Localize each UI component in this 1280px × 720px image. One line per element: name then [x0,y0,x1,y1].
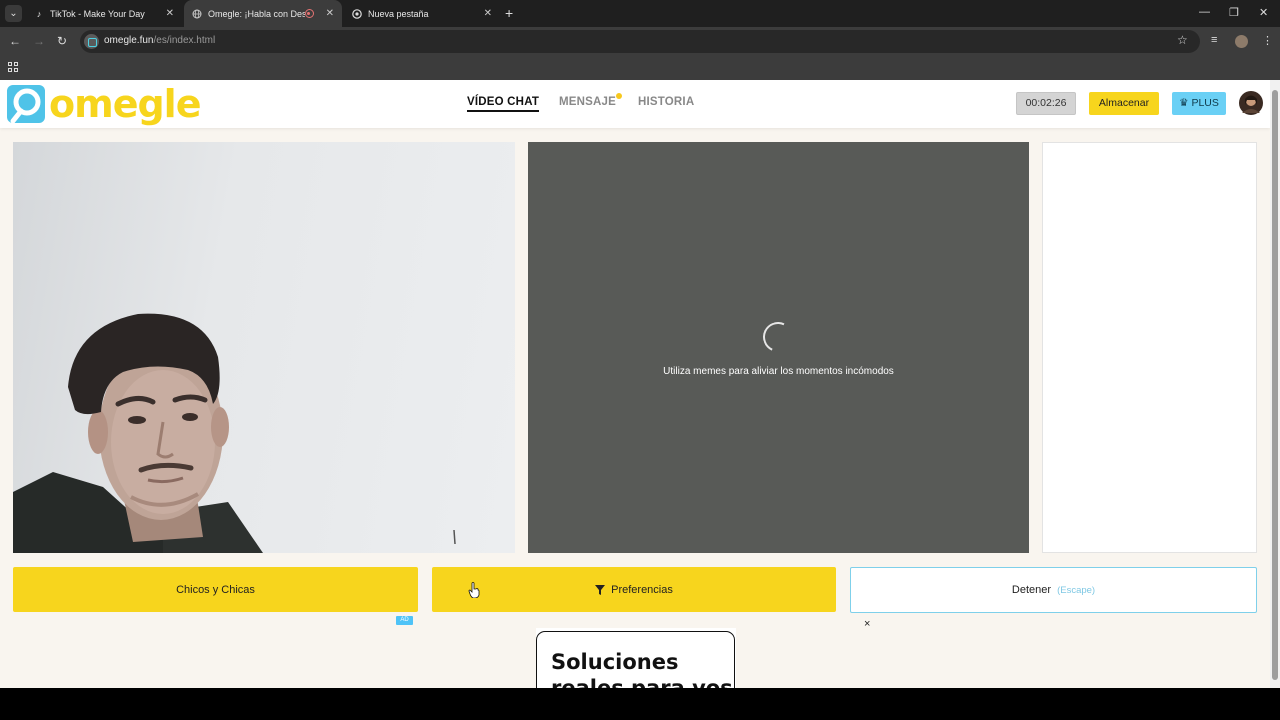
chat-panel [1042,142,1257,553]
menu-dots-icon[interactable]: ⋮ [1262,34,1273,47]
browser-tab-bar: ⌄ ♪ TikTok - Make Your Day ✕ Omegle: ¡Ha… [0,0,1280,27]
user-avatar[interactable] [1239,91,1263,115]
stop-label: Detener [1011,584,1052,596]
hand-cursor-icon [468,582,480,598]
nav-history[interactable]: HISTORIA [638,96,694,108]
tiktok-icon: ♪ [36,8,42,19]
new-tab-button[interactable]: + [505,5,513,21]
loading-spinner-icon [758,317,798,357]
stop-button[interactable]: Detener (Escape) [850,567,1257,613]
web-page: omegle VÍDEO CHAT MENSAJE HISTORIA 00:02… [0,80,1270,688]
chrome-icon [352,8,362,19]
crown-icon: ♛ [1179,97,1189,109]
nav-messages[interactable]: MENSAJE [559,93,622,108]
remote-status-message: Utiliza memes para aliviar los momentos … [663,366,894,377]
close-icon[interactable]: ✕ [326,8,334,19]
close-window-icon[interactable]: ✕ [1259,6,1268,19]
omegle-logo-icon [7,85,45,123]
remote-video: Utiliza memes para aliviar los momentos … [528,142,1029,553]
browser-toolbar: ← → ↻ omegle.fun/es/index.html ☆ [0,27,1280,56]
tab-title: Nueva pestaña [368,8,429,19]
tab-title: TikTok - Make Your Day [50,8,145,19]
ad-headline: Soluciones [551,650,679,674]
close-icon[interactable]: ✕ [166,8,174,19]
tab-search-button[interactable]: ⌄ [5,5,22,22]
preferences-label: Preferencias [611,583,673,596]
scrollbar-thumb[interactable] [1272,90,1278,680]
restore-icon[interactable]: ❐ [1229,6,1239,19]
bookmark-star-icon[interactable]: ☆ [1177,33,1188,47]
notification-dot [616,93,622,99]
ad-subline: reales para vos [551,676,733,688]
site-header: omegle VÍDEO CHAT MENSAJE HISTORIA 00:02… [0,80,1270,128]
minimize-icon[interactable]: — [1199,6,1210,18]
filter-icon [595,584,606,595]
site-info-icon[interactable] [84,34,99,49]
profile-avatar[interactable] [1235,35,1248,48]
nav-video-chat[interactable]: VÍDEO CHAT [467,96,540,112]
tab-title: Omegle: ¡Habla con Descon [208,8,305,19]
stop-shortcut-hint: (Escape) [1057,584,1096,596]
bookmarks-bar [0,56,1280,80]
media-controls-icon[interactable]: ≡ [1211,34,1217,46]
ad-card: Soluciones reales para vos [536,631,735,688]
advertisement[interactable]: Soluciones reales para vos [536,628,736,688]
apps-grid-icon[interactable] [8,62,18,72]
url-text: omegle.fun/es/index.html [104,35,216,46]
session-timer: 00:02:26 [1016,92,1076,115]
reload-icon[interactable]: ↻ [57,34,67,48]
os-taskbar [0,688,1280,720]
gender-filter-button[interactable]: Chicos y Chicas [13,567,418,612]
ad-close-icon[interactable]: × [864,618,870,630]
forward-icon[interactable]: → [33,34,45,48]
address-bar[interactable]: omegle.fun/es/index.html ☆ [80,30,1200,53]
preferences-button[interactable]: Preferencias [432,567,836,612]
logo-text: omegle [49,82,201,126]
globe-icon [192,9,202,19]
store-button[interactable]: Almacenar [1089,92,1159,115]
local-camera-feed [13,313,456,553]
back-icon[interactable]: ← [9,34,21,48]
browser-tab-new[interactable]: Nueva pestaña ✕ [344,0,500,27]
browser-tab-tiktok[interactable]: ♪ TikTok - Make Your Day ✕ [26,0,182,27]
gender-filter-label: Chicos y Chicas [176,583,255,596]
page-scrollbar[interactable] [1270,80,1280,688]
omegle-logo[interactable]: omegle [7,82,201,126]
plus-button[interactable]: ♛ PLUS [1172,92,1226,115]
ad-badge: AD [396,616,413,625]
local-video [13,142,515,553]
close-icon[interactable]: ✕ [484,8,492,19]
recording-icon [304,9,314,18]
browser-tab-omegle[interactable]: Omegle: ¡Habla con Descon ✕ [184,0,342,27]
